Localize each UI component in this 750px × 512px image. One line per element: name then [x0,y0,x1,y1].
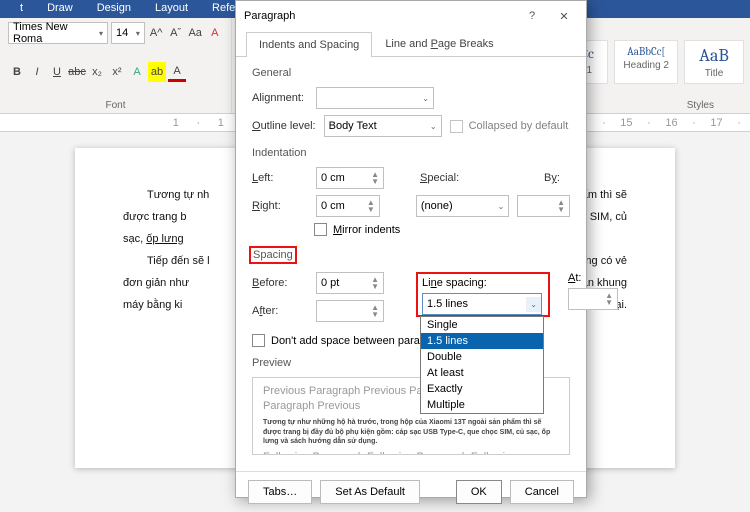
by-input[interactable]: ▲▼ [517,195,570,217]
help-icon[interactable]: ? [518,4,546,28]
right-label: Right: [252,200,308,212]
outline-label: Outline level: [252,120,316,132]
left-label: Left: [252,172,308,184]
ok-button[interactable]: OK [456,480,502,504]
at-label: At: [568,272,618,284]
option-1-5-lines[interactable]: 1.5 lines [421,333,543,349]
option-single[interactable]: Single [421,317,543,333]
special-label: Special: [420,172,476,184]
font-color-icon[interactable]: A [168,62,186,82]
section-spacing: Spacing [249,246,297,264]
italic-icon[interactable]: I [28,62,46,82]
font-size-select[interactable]: 14▾ [111,22,145,44]
right-indent-input[interactable]: 0 cm▲▼ [316,195,380,217]
subscript-icon[interactable]: x₂ [88,62,106,82]
outline-select[interactable]: Body Text⌄ [324,115,442,137]
collapsed-checkbox [450,120,463,133]
bold-icon[interactable]: B [8,62,26,82]
alignment-select[interactable]: ⌄ [316,87,434,109]
mirror-checkbox[interactable] [314,223,327,236]
change-case-icon[interactable]: Aa [187,23,204,43]
option-multiple[interactable]: Multiple [421,397,543,413]
clear-format-icon[interactable]: A [206,23,223,43]
section-indentation: Indentation [252,147,570,159]
cancel-button[interactable]: Cancel [510,480,574,504]
before-label: Before: [252,277,308,289]
at-input[interactable]: ▲▼ [568,288,618,310]
before-input[interactable]: 0 pt▲▼ [316,272,384,294]
left-indent-input[interactable]: 0 cm▲▼ [316,167,384,189]
paragraph-dialog: Paragraph ? ✕ Indents and Spacing Line a… [235,0,587,498]
set-default-button[interactable]: Set As Default [320,480,420,504]
option-exactly[interactable]: Exactly [421,381,543,397]
option-at-least[interactable]: At least [421,365,543,381]
tab-draw[interactable]: Draw [35,0,85,18]
tab-design[interactable]: Design [85,0,143,18]
text-effects-icon[interactable]: A [128,62,146,82]
alignment-label: Alignment: [252,92,308,104]
strike-icon[interactable]: abc [68,62,86,82]
line-spacing-dropdown: Single 1.5 lines Double At least Exactly… [420,316,544,414]
special-select[interactable]: (none)⌄ [416,195,510,217]
dialog-title: Paragraph [244,10,295,22]
tab-layout[interactable]: Layout [143,0,200,18]
tab-indents-spacing[interactable]: Indents and Spacing [246,32,372,57]
after-label: After: [252,305,308,317]
underline-icon[interactable]: U [48,62,66,82]
tab-line-page-breaks[interactable]: Line and Page Breaks [372,31,506,56]
grow-font-icon[interactable]: A^ [148,23,165,43]
style-title[interactable]: AaBTitle [684,40,744,84]
line-spacing-label: Line spacing: [422,277,544,289]
no-add-space-checkbox[interactable] [252,334,265,347]
style-heading2[interactable]: AaBbCc[Heading 2 [614,40,678,84]
mirror-label: Mirror indents [333,224,400,236]
highlight-icon[interactable]: ab [148,62,166,82]
tabs-button[interactable]: Tabs… [248,480,312,504]
option-double[interactable]: Double [421,349,543,365]
line-spacing-select[interactable]: 1.5 lines⌄ [422,293,542,315]
font-name-select[interactable]: Times New Roma▾ [8,22,108,44]
close-icon[interactable]: ✕ [550,4,578,28]
tab-t[interactable]: t [8,0,35,18]
styles-label: Styles [687,100,714,111]
collapsed-label: Collapsed by default [469,120,569,132]
superscript-icon[interactable]: x² [108,62,126,82]
by-label: By: [544,172,564,184]
shrink-font-icon[interactable]: Aˇ [167,23,184,43]
section-general: General [252,67,570,79]
font-group-label: Font [8,96,223,111]
after-input[interactable]: ▲▼ [316,300,384,322]
